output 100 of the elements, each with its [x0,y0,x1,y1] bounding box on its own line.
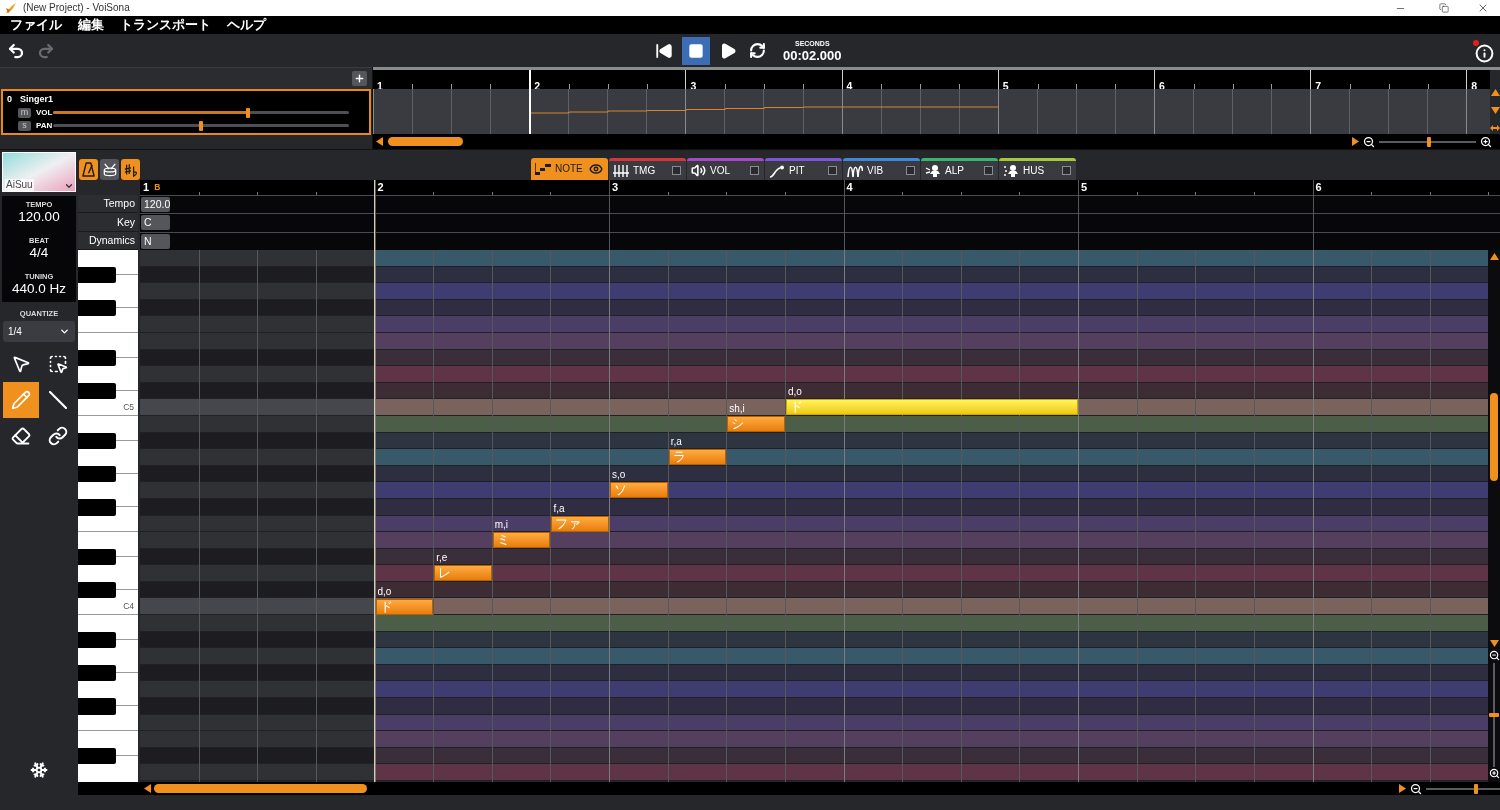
menu-item[interactable]: トランスポート [120,18,211,32]
sharp-key[interactable] [78,465,116,483]
parameter-tab[interactable]: TMG [609,158,686,180]
singer-selector[interactable]: AiSuu [2,152,76,192]
transport-button[interactable] [682,36,710,65]
restore-icon [1439,3,1449,13]
zoom-slider[interactable] [1426,783,1500,794]
figure-dots-icon [1003,163,1019,178]
parameter-tab[interactable]: PIT [765,158,842,180]
piano-keyboard[interactable]: C5 C4 [78,250,138,782]
sharp-key[interactable] [78,581,116,599]
sharp-key[interactable] [78,498,116,516]
quantize-dropdown[interactable]: 1/4 [3,321,75,342]
slider-thumb[interactable] [199,120,203,131]
mode-toggle[interactable] [79,159,98,180]
phoneme-label: r,a [670,436,682,449]
scroll-left-arrow-icon[interactable] [144,784,151,793]
scrollbar-thumb[interactable] [388,137,463,146]
scrollbar-thumb[interactable] [154,784,367,793]
double-arrow-icon[interactable] [1490,125,1500,131]
slider-thumb[interactable] [246,107,251,118]
loop-icon [748,42,766,59]
track-lane[interactable] [373,89,1490,134]
parameter-tab[interactable]: HUS [999,158,1076,180]
phoneme-label: s,o [612,469,626,482]
chevron-down-icon [64,181,74,191]
freeze-button[interactable] [29,760,49,780]
scroll-down-arrow-icon[interactable] [1490,107,1500,114]
sharp-key[interactable] [78,631,116,649]
tab-checkbox[interactable] [672,166,681,175]
sharp-key[interactable] [78,548,116,566]
singer-name: AiSuu [5,179,34,191]
time-display: 00:02.000 [783,47,842,63]
mode-toggle[interactable] [121,159,140,180]
tab-checkbox[interactable] [1062,166,1071,175]
slider-thumb[interactable] [1427,136,1432,147]
menu-item[interactable]: ヘルプ [227,18,266,32]
parameter-tab[interactable]: ALP [921,158,998,180]
scrollbar-thumb[interactable] [1490,393,1498,481]
mode-toggle[interactable] [100,159,119,180]
scroll-left-arrow-icon[interactable] [376,137,383,146]
slider-thumb[interactable] [1489,713,1499,717]
octave-label: C4 [123,602,134,611]
sharp-key[interactable] [78,266,116,284]
sharp-key[interactable] [78,664,116,682]
sharp-key[interactable] [78,747,116,765]
close-icon [1477,2,1489,14]
info-value: 120.00 [18,209,60,225]
row-value[interactable]: 120.0 [141,197,170,213]
zoom-out-icon[interactable] [1410,782,1422,795]
sharp-key[interactable] [78,382,116,400]
row-value[interactable]: N [141,233,170,249]
vibrato-wave-icon [847,163,863,178]
scroll-up-arrow-icon[interactable] [1490,89,1500,96]
undo-icon [7,41,25,60]
add-track-button[interactable] [352,71,367,86]
info-icon [1475,43,1494,63]
volume-slider[interactable] [53,107,349,118]
sharp-key[interactable] [78,432,116,450]
phoneme-label: d,o [787,386,802,399]
scroll-down-arrow-icon[interactable] [1489,640,1499,647]
parameter-tab[interactable]: NOTE [531,158,608,180]
info-button[interactable] [1472,38,1494,63]
zoom-in-icon[interactable] [1480,135,1492,148]
playhead-line[interactable] [373,180,375,782]
track-number: 0 [7,94,12,104]
sharp-key[interactable] [78,299,116,317]
eraser-icon [10,426,31,446]
speaker-icon [691,163,706,178]
sharp-flat-icon [123,162,138,177]
zoom-slider[interactable] [1489,663,1499,767]
scroll-up-arrow-icon[interactable] [1489,253,1499,260]
mute-button[interactable]: m [18,107,31,118]
zoom-out-icon[interactable] [1488,650,1500,661]
row-value[interactable]: C [141,215,170,231]
tab-checkbox[interactable] [828,166,837,175]
tab-checkbox[interactable] [906,166,915,175]
solo-button[interactable]: s [18,120,31,131]
parameter-tab[interactable]: VOL [687,158,764,180]
scroll-right-arrow-icon[interactable] [1352,137,1359,146]
sharp-key[interactable] [78,349,116,367]
scroll-right-arrow-icon[interactable] [1399,784,1406,793]
tool-button[interactable] [2,382,39,418]
arrow-pointer-icon [10,354,31,374]
pan-slider[interactable] [53,120,349,131]
tab-checkbox[interactable] [750,166,759,175]
parameter-tab[interactable]: VIB [843,158,920,180]
tab-checkbox[interactable] [984,166,993,175]
slider-thumb[interactable] [1474,783,1479,794]
eye-icon[interactable] [589,162,603,176]
zoom-slider[interactable] [1379,136,1476,147]
skip-to-start-icon [655,41,673,60]
chevron-down-icon [59,326,70,337]
track-row[interactable]: 0 Singer1 m VOL s PAN [1,89,371,135]
octave-label: C5 [123,402,134,412]
zoom-out-icon[interactable] [1363,135,1375,148]
menu-item[interactable]: ファイル [10,18,62,32]
phoneme-label: d,o [377,585,392,598]
zoom-in-icon[interactable] [1488,768,1500,779]
menu-item[interactable]: 編集 [78,18,104,32]
